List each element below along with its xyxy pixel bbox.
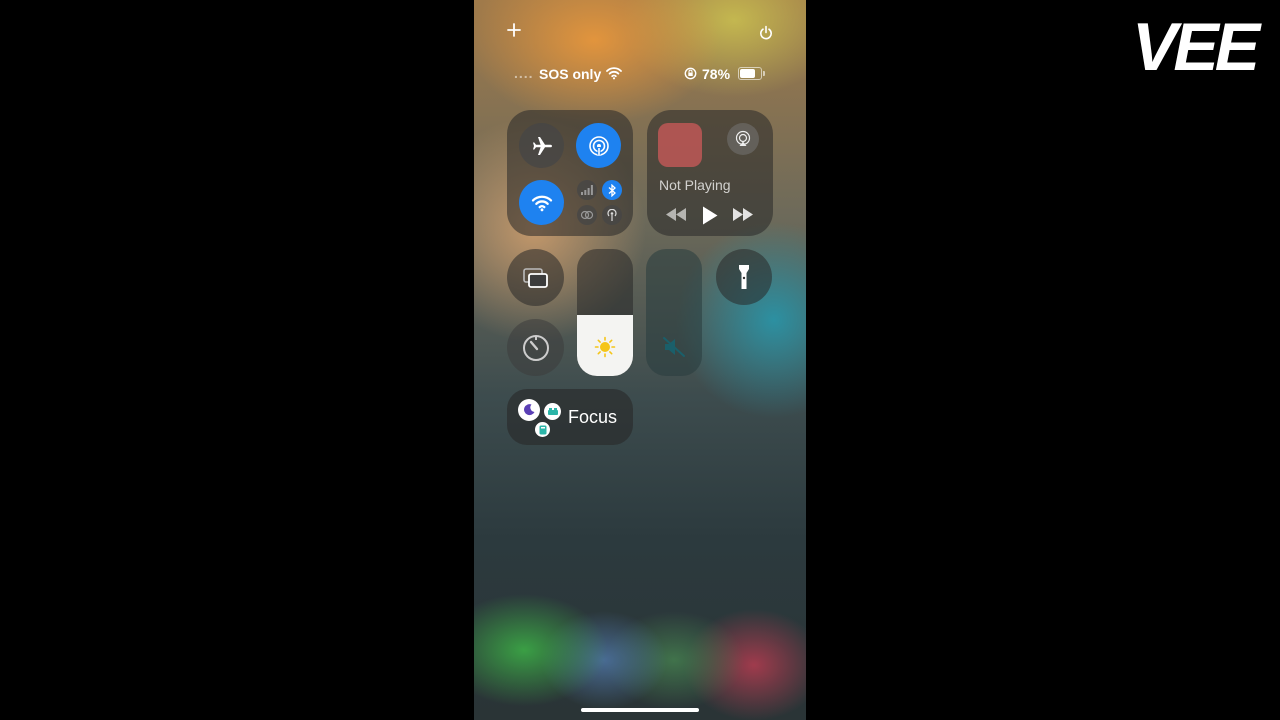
sun-icon [594, 336, 616, 363]
bluetooth-icon [608, 183, 616, 197]
status-bar: .... SOS only 78% [514, 64, 774, 84]
home-indicator[interactable] [581, 708, 699, 712]
airdrop-icon [588, 135, 609, 156]
orientation-lock-icon [684, 67, 697, 85]
volume-slider[interactable] [646, 249, 702, 376]
watermark-logo: VEE [1132, 9, 1260, 85]
fast-forward-button[interactable] [733, 208, 753, 226]
hotspot-icon [607, 209, 617, 221]
brightness-slider[interactable] [577, 249, 633, 376]
wifi-status-icon [606, 66, 622, 85]
timer-button[interactable] [507, 319, 564, 376]
cellular-icon [581, 185, 593, 195]
bed-icon [544, 403, 561, 420]
signal-dots: .... [514, 65, 534, 81]
album-art [658, 123, 702, 167]
vpn-button[interactable] [577, 205, 597, 225]
play-icon [703, 206, 718, 225]
airdrop-button[interactable] [576, 123, 621, 168]
airplane-mode-button[interactable] [519, 123, 564, 168]
screen-mirroring-icon [522, 267, 548, 288]
vpn-icon [580, 210, 594, 220]
flashlight-icon [739, 265, 749, 289]
flashlight-button[interactable] [716, 249, 772, 305]
rewind-icon [666, 208, 686, 221]
mute-icon [662, 336, 686, 363]
hotspot-button[interactable] [602, 205, 622, 225]
power-icon[interactable] [758, 25, 774, 41]
id-icon [535, 422, 550, 437]
airplay-button[interactable] [727, 123, 759, 155]
battery-percent: 78% [702, 66, 731, 82]
wifi-button[interactable] [519, 180, 564, 225]
timer-icon [522, 334, 549, 361]
battery-icon [738, 67, 765, 80]
add-icon[interactable] [506, 22, 522, 42]
wifi-icon [531, 195, 552, 211]
screen-mirroring-button[interactable] [507, 249, 564, 306]
now-playing-label: Not Playing [659, 177, 731, 193]
media-tile[interactable]: Not Playing [647, 110, 773, 236]
connectivity-tile [507, 110, 633, 236]
moon-icon [518, 399, 540, 421]
cellular-button[interactable] [577, 180, 597, 200]
bluetooth-button[interactable] [602, 180, 622, 200]
play-button[interactable] [702, 206, 718, 230]
airplane-icon [532, 136, 552, 155]
carrier-label: SOS only [539, 66, 602, 82]
rewind-button[interactable] [666, 208, 686, 226]
airplay-icon [735, 130, 751, 146]
focus-label: Focus [568, 407, 618, 427]
focus-tile[interactable]: Focus [507, 389, 633, 445]
fast-forward-icon [733, 208, 753, 221]
control-center: .... SOS only 78% Not Playing Focus [474, 0, 806, 720]
